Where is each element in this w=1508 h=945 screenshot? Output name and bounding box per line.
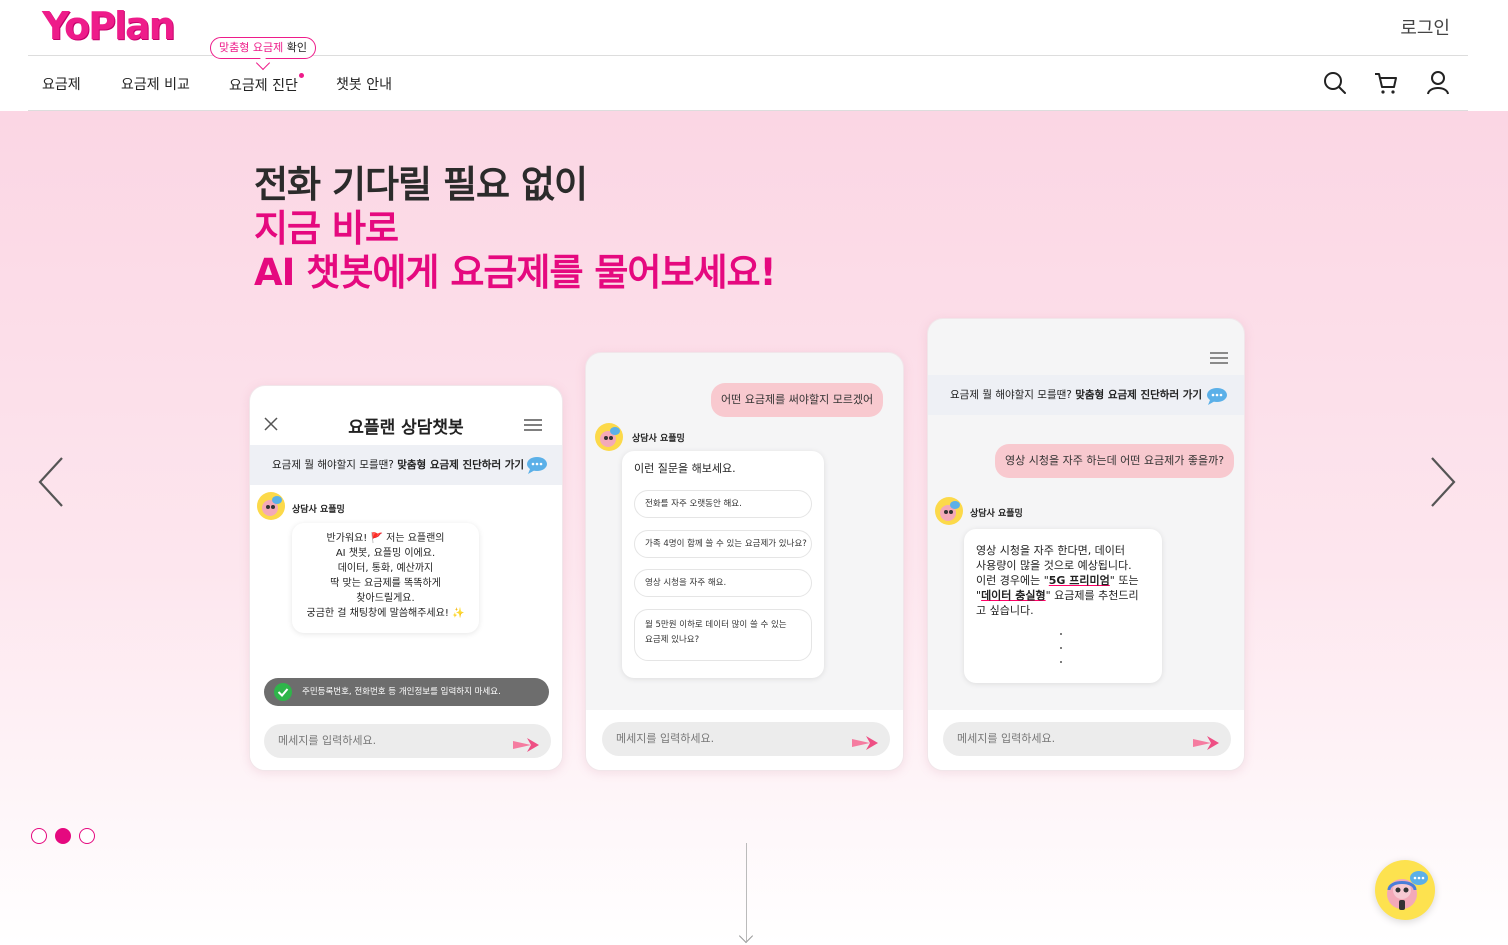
answer-text: 이런 경우에는 " xyxy=(976,574,1049,587)
pagination-dot-1[interactable] xyxy=(31,828,47,844)
greeting-line: AI 챗봇, 요플밍 이에요. xyxy=(335,548,436,559)
chip-line: 요금제 있나요? xyxy=(645,635,700,645)
chat-bubble-icon xyxy=(1206,387,1228,405)
chat-preview-card: 어떤 요금제를 써야할지 모르겠어 상담사 요플밍 이런 질문을 해보세요. 전… xyxy=(585,352,904,771)
answer-line: 고 싶습니다. xyxy=(976,604,1034,617)
logo[interactable]: YoPlan xyxy=(42,4,176,48)
plan-highlight: 데이터 충실형 xyxy=(981,589,1046,602)
nav-item-compare[interactable]: 요금제 비교 xyxy=(121,74,190,94)
chat-bubble-icon xyxy=(526,456,548,474)
agent-name: 상담사 요플밍 xyxy=(292,505,345,515)
answer-text: " 또는 xyxy=(1109,574,1139,587)
greeting-message: 반가워요! 🚩 저는 요플랜의 AI 챗봇, 요플밍 이에요. 데이터, 통화,… xyxy=(292,523,479,633)
agent-name: 상담사 요플밍 xyxy=(632,434,685,444)
banner-text: 요금제 뭘 해야할지 모를땐? xyxy=(272,459,398,471)
diagnosis-banner[interactable]: 요금제 뭘 해야할지 모를땐? 맞춤형 요금제 진단하러 가기 xyxy=(928,375,1244,415)
pagination-dot-2[interactable] xyxy=(55,828,71,844)
banner-link: 맞춤형 요금제 진단하러 가기 xyxy=(1075,389,1203,401)
chatbot-title: 요플랜 상담챗봇 xyxy=(348,418,464,438)
message-input[interactable]: 메세지를 입력하세요. xyxy=(943,722,1231,756)
suggestion-chip[interactable]: 가족 4명이 함께 쓸 수 있는 요금제가 있나요? xyxy=(634,530,812,558)
headline-line3: AI 챗봇에게 요금제를 물어보세요! xyxy=(254,251,776,294)
answer-line: 사용량이 많을 것으로 예상됩니다. xyxy=(976,559,1132,572)
suggestion-chip[interactable]: 영상 시청을 자주 해요. xyxy=(634,569,812,597)
menu-icon[interactable] xyxy=(1210,350,1228,364)
ellipsis-dot xyxy=(1060,633,1062,635)
answer-line: "데이터 충실형" 요금제를 추천드리 xyxy=(976,588,1162,603)
login-link[interactable]: 로그인 xyxy=(1400,14,1450,40)
greeting-line: 데이터, 통화, 예산까지 xyxy=(337,563,434,574)
agent-name: 상담사 요플밍 xyxy=(970,509,1023,519)
search-icon[interactable] xyxy=(1322,70,1348,96)
menu-icon[interactable] xyxy=(524,417,542,431)
answer-text: " 요금제를 추천드리 xyxy=(1045,589,1139,602)
suggestion-prompt: 이런 질문을 해보세요. xyxy=(634,462,736,475)
headline-line2: 지금 바로 xyxy=(254,207,399,250)
answer-line: 영상 시청을 자주 한다면, 데이터 xyxy=(976,544,1126,557)
greeting-line: 찾아드릴게요. xyxy=(356,593,415,604)
message-input[interactable]: 메세지를 입력하세요. xyxy=(602,722,890,756)
user-message: 어떤 요금제를 써야할지 모르겠어 xyxy=(711,383,884,417)
answer-message: 영상 시청을 자주 한다면, 데이터 사용량이 많을 것으로 예상됩니다. 이런… xyxy=(964,529,1162,683)
message-input[interactable]: 메세지를 입력하세요. xyxy=(264,724,551,758)
input-area: 메세지를 입력하세요. xyxy=(250,716,562,770)
user-message: 영상 시청을 자주 하는데 어떤 요금제가 좋을까? xyxy=(995,444,1235,478)
input-placeholder: 메세지를 입력하세요. xyxy=(616,732,715,745)
chevron-right-icon[interactable] xyxy=(1428,455,1458,509)
chatbot-avatar xyxy=(935,497,963,525)
input-placeholder: 메세지를 입력하세요. xyxy=(957,732,1056,745)
banner-text: 요금제 뭘 해야할지 모를땐? xyxy=(950,389,1076,401)
chatbot-avatar xyxy=(595,423,623,451)
hero-headline: 전화 기다릴 필요 없이 지금 바로 AI 챗봇에게 요금제를 물어보세요! xyxy=(254,163,776,295)
chip-line: 월 5만원 이하로 데이터 많이 쓸 수 있는 xyxy=(645,620,787,630)
carousel-pagination xyxy=(31,828,95,844)
check-icon xyxy=(274,683,292,701)
privacy-warning: 주민등록번호, 전화번호 등 개인정보를 입력하지 마세요. xyxy=(264,678,549,706)
greeting-line: 딱 맞는 요금제를 똑똑하게 xyxy=(330,578,441,589)
chatbot-floating-button[interactable] xyxy=(1375,860,1435,920)
send-icon[interactable] xyxy=(852,731,878,750)
greeting-line: 반가워요! 🚩 저는 요플랜의 xyxy=(326,533,445,544)
input-placeholder: 메세지를 입력하세요. xyxy=(278,734,377,747)
nav-item-chatbot-guide[interactable]: 챗봇 안내 xyxy=(336,74,392,94)
badge-highlight: 맞춤형 요금제 xyxy=(219,41,284,54)
site-header: YoPlan 로그인 맞춤형 요금제 확인 요금제 요금제 비교 요금제 진단 … xyxy=(0,0,1508,111)
nav-new-dot xyxy=(299,73,304,78)
input-area: 메세지를 입력하세요. xyxy=(928,710,1244,770)
nav-item-plans[interactable]: 요금제 xyxy=(42,74,81,94)
suggestion-chip[interactable]: 전화를 자주 오랫동안 해요. xyxy=(634,490,812,518)
chat-preview-card: 요금제 뭘 해야할지 모를땐? 맞춤형 요금제 진단하러 가기 영상 시청을 자… xyxy=(927,318,1245,771)
chat-preview-card: 요플랜 상담챗봇 요금제 뭘 해야할지 모를땐? 맞춤형 요금제 진단하러 가기… xyxy=(249,385,563,771)
nav-item-diagnosis[interactable]: 요금제 진단 xyxy=(229,75,298,95)
badge-rest: 확인 xyxy=(283,41,307,54)
ellipsis-dot xyxy=(1060,647,1062,649)
ellipsis-dot xyxy=(1060,661,1062,663)
pagination-dot-3[interactable] xyxy=(79,828,95,844)
chevron-left-icon[interactable] xyxy=(36,455,66,509)
plan-highlight: 5G 프리미엄 xyxy=(1048,574,1110,587)
user-icon[interactable] xyxy=(1425,70,1451,96)
suggestion-chip[interactable]: 월 5만원 이하로 데이터 많이 쓸 수 있는 요금제 있나요? xyxy=(634,609,812,661)
cart-icon[interactable] xyxy=(1373,70,1399,96)
greeting-line: 궁금한 걸 채팅창에 말씀해주세요! ✨ xyxy=(306,608,465,619)
chatbot-avatar xyxy=(257,492,285,520)
send-icon[interactable] xyxy=(1193,731,1219,750)
scroll-down-indicator xyxy=(746,843,747,941)
banner-link: 맞춤형 요금제 진단하러 가기 xyxy=(397,459,525,471)
diagnosis-banner[interactable]: 요금제 뭘 해야할지 모를땐? 맞춤형 요금제 진단하러 가기 xyxy=(250,445,562,485)
headline-line1: 전화 기다릴 필요 없이 xyxy=(254,163,588,206)
answer-line: 이런 경우에는 "5G 프리미엄" 또는 xyxy=(976,573,1162,588)
warning-text: 주민등록번호, 전화번호 등 개인정보를 입력하지 마세요. xyxy=(302,687,501,697)
send-icon[interactable] xyxy=(513,733,539,752)
chatbot-avatar xyxy=(1387,871,1428,910)
input-area: 메세지를 입력하세요. xyxy=(586,710,903,770)
